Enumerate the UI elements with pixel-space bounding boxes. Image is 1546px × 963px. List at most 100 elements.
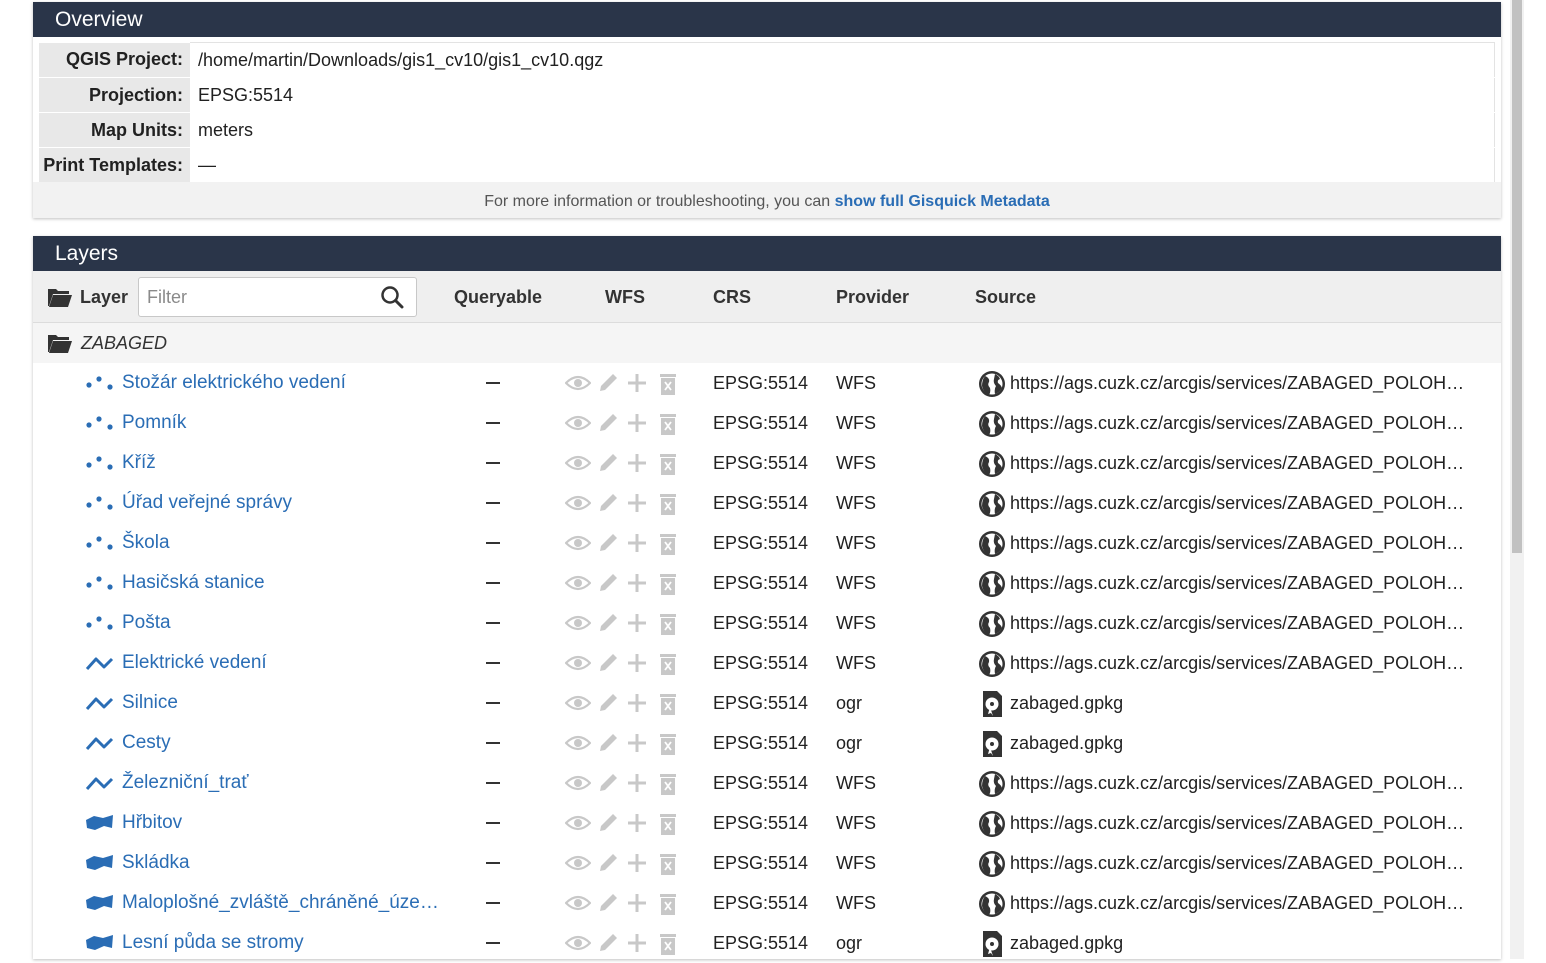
queryable-indicator (486, 462, 500, 464)
search-icon[interactable] (380, 285, 404, 309)
filter-input[interactable] (145, 278, 369, 316)
wfs-eye-icon[interactable] (564, 412, 592, 439)
wfs-pencil-icon[interactable] (597, 772, 619, 799)
wfs-eye-icon[interactable] (564, 612, 592, 639)
globe-icon (978, 850, 1006, 883)
wfs-eye-icon[interactable] (564, 692, 592, 719)
layer-name[interactable]: Úřad veřejné správy (122, 483, 292, 523)
wfs-pencil-icon[interactable] (597, 572, 619, 599)
wfs-pencil-icon[interactable] (597, 652, 619, 679)
layer-group-row[interactable]: ZABAGED (33, 323, 1501, 363)
scrollbar-thumb[interactable] (1512, 0, 1522, 553)
wfs-plus-icon[interactable] (626, 612, 648, 639)
layer-name[interactable]: Elektrické vedení (122, 643, 267, 683)
overview-key: Map Units: (39, 112, 190, 148)
wfs-plus-icon[interactable] (626, 412, 648, 439)
wfs-trash-icon[interactable] (657, 692, 679, 721)
wfs-pencil-icon[interactable] (597, 892, 619, 919)
wfs-trash-icon[interactable] (657, 532, 679, 561)
wfs-plus-icon[interactable] (626, 772, 648, 799)
wfs-eye-icon[interactable] (564, 492, 592, 519)
layer-crs: EPSG:5514 (713, 573, 809, 593)
wfs-eye-icon[interactable] (564, 932, 592, 959)
layer-name[interactable]: Pošta (122, 603, 171, 643)
layer-row: Železniční_trať EPSG:5514 WFS https://ags.c… (33, 763, 1501, 803)
wfs-pencil-icon[interactable] (597, 532, 619, 559)
wfs-trash-icon[interactable] (657, 492, 679, 521)
wfs-eye-icon[interactable] (564, 852, 592, 879)
wfs-pencil-icon[interactable] (597, 812, 619, 839)
wfs-plus-icon[interactable] (626, 892, 648, 919)
wfs-trash-icon[interactable] (657, 372, 679, 401)
layer-name[interactable]: Hřbitov (122, 803, 182, 843)
queryable-indicator (486, 502, 500, 504)
queryable-indicator (486, 382, 500, 384)
layer-name[interactable]: Silnice (122, 683, 178, 723)
wfs-plus-icon[interactable] (626, 372, 648, 399)
wfs-pencil-icon[interactable] (597, 692, 619, 719)
layer-crs: EPSG:5514 (713, 933, 809, 953)
wfs-pencil-icon[interactable] (597, 732, 619, 759)
globe-icon (978, 490, 1006, 523)
wfs-eye-icon[interactable] (564, 732, 592, 759)
wfs-plus-icon[interactable] (626, 492, 648, 519)
wfs-trash-icon[interactable] (657, 452, 679, 481)
wfs-trash-icon[interactable] (657, 612, 679, 641)
layer-name[interactable]: Železniční_trať (122, 763, 248, 803)
wfs-pencil-icon[interactable] (597, 612, 619, 639)
wfs-plus-icon[interactable] (626, 852, 648, 879)
wfs-eye-icon[interactable] (564, 572, 592, 599)
queryable-indicator (486, 862, 500, 864)
polygon-icon (85, 854, 115, 877)
wfs-eye-icon[interactable] (564, 892, 592, 919)
wfs-trash-icon[interactable] (657, 772, 679, 801)
layer-row: Lesní půda se stromy EPSG:5514 ogr zabaged.… (33, 923, 1501, 963)
layer-name[interactable]: Skládka (122, 843, 190, 883)
wfs-eye-icon[interactable] (564, 652, 592, 679)
layer-name[interactable]: Stožár elektrického vedení (122, 363, 346, 403)
layer-name[interactable]: Kříž (122, 443, 156, 483)
wfs-pencil-icon[interactable] (597, 372, 619, 399)
scrollbar[interactable] (1510, 0, 1524, 959)
wfs-trash-icon[interactable] (657, 652, 679, 681)
wfs-trash-icon[interactable] (657, 732, 679, 761)
wfs-plus-icon[interactable] (626, 452, 648, 479)
wfs-pencil-icon[interactable] (597, 852, 619, 879)
wfs-plus-icon[interactable] (626, 732, 648, 759)
wfs-eye-icon[interactable] (564, 532, 592, 559)
wfs-plus-icon[interactable] (626, 692, 648, 719)
wfs-pencil-icon[interactable] (597, 412, 619, 439)
layer-crs: EPSG:5514 (713, 733, 809, 753)
wfs-trash-icon[interactable] (657, 892, 679, 921)
wfs-eye-icon[interactable] (564, 372, 592, 399)
show-metadata-link[interactable]: show full Gisquick Metadata (835, 193, 1050, 210)
wfs-trash-icon[interactable] (657, 932, 679, 961)
line-icon (85, 734, 115, 757)
wfs-trash-icon[interactable] (657, 812, 679, 841)
layers-title: Layers (33, 236, 1501, 271)
overview-table: QGIS Project: /home/martin/Downloads/gis… (39, 42, 1495, 183)
layer-name[interactable]: Cesty (122, 723, 171, 763)
wfs-plus-icon[interactable] (626, 812, 648, 839)
layer-source: https://ags.cuzk.cz/arcgis/services/ZABA… (1010, 573, 1465, 593)
layer-name[interactable]: Maloplošné_zvláště_chráněné_úze… (122, 883, 439, 923)
layer-list: Stožár elektrického vedení EPSG:5514 WFS ht… (33, 363, 1501, 963)
layer-name[interactable]: Pomník (122, 403, 186, 443)
wfs-eye-icon[interactable] (564, 772, 592, 799)
layer-provider: WFS (836, 573, 876, 593)
layer-name[interactable]: Lesní půda se stromy (122, 923, 304, 963)
wfs-plus-icon[interactable] (626, 572, 648, 599)
wfs-pencil-icon[interactable] (597, 492, 619, 519)
wfs-trash-icon[interactable] (657, 572, 679, 601)
wfs-plus-icon[interactable] (626, 932, 648, 959)
wfs-trash-icon[interactable] (657, 412, 679, 441)
layer-name[interactable]: Hasičská stanice (122, 563, 265, 603)
wfs-trash-icon[interactable] (657, 852, 679, 881)
wfs-pencil-icon[interactable] (597, 932, 619, 959)
layer-name[interactable]: Škola (122, 523, 170, 563)
wfs-plus-icon[interactable] (626, 652, 648, 679)
wfs-pencil-icon[interactable] (597, 452, 619, 479)
wfs-eye-icon[interactable] (564, 452, 592, 479)
wfs-eye-icon[interactable] (564, 812, 592, 839)
wfs-plus-icon[interactable] (626, 532, 648, 559)
